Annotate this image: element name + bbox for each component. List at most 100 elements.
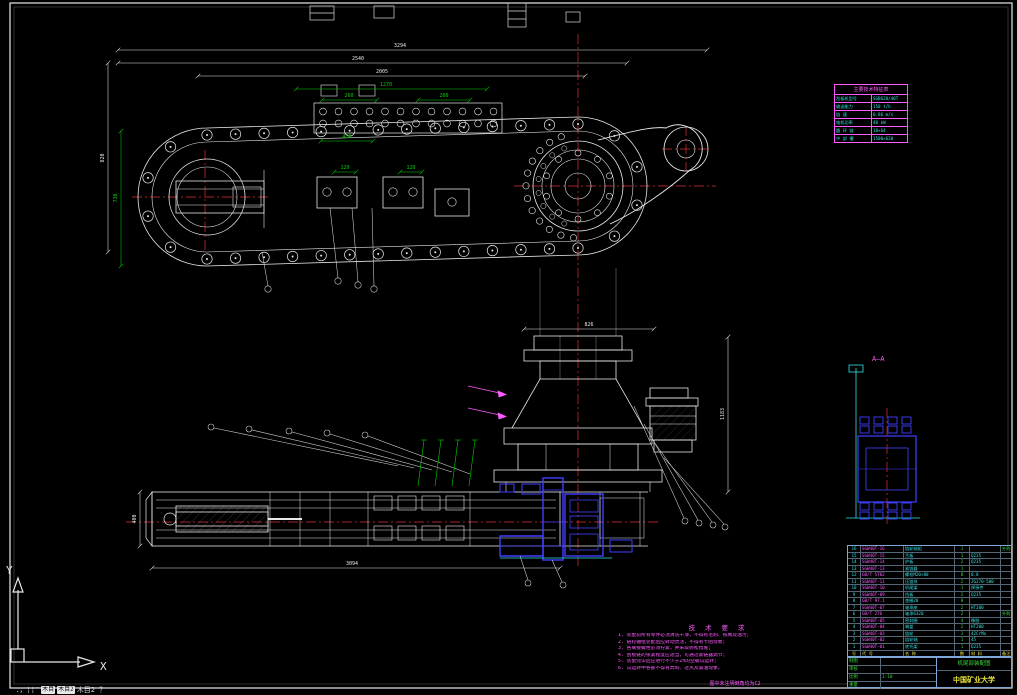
bom-cell: 1 — [955, 546, 970, 552]
bom-cell — [1001, 572, 1011, 578]
section-bolt — [859, 425, 870, 434]
bom-cell: 2 — [955, 578, 970, 585]
ucs-icon: Y X — [6, 564, 107, 673]
bom-header-row: 号代 号名 称数材 料备注 — [848, 650, 1011, 657]
rail-bolt-hole — [381, 107, 389, 116]
dimension-text: 730 — [113, 193, 119, 202]
bom-table: 16 SGW40T-16 链轮轴组 1 外购 15 SGW40T-15 舌板 1 Q235 14 SG… — [847, 545, 1012, 657]
section-bolt — [901, 416, 912, 425]
spec-table-row: 输送能力 150 t/h — [835, 103, 907, 111]
bom-cell — [970, 598, 1001, 604]
section-bolt — [873, 416, 884, 425]
bom-cell: 12 — [848, 572, 861, 578]
chain-roller-pin — [263, 256, 266, 259]
bom-cell: 焊接件 — [970, 585, 1001, 591]
sprocket-bolt-hole — [594, 209, 601, 216]
bom-cell — [1001, 566, 1011, 572]
bom-cell: 压链块 — [904, 578, 955, 585]
chain-link-circle — [540, 203, 547, 209]
bom-cell: 1 — [955, 552, 970, 559]
selected-blue-parts[interactable] — [499, 477, 633, 561]
chain-roller-pin — [206, 134, 208, 136]
dimension-text: 2005 — [376, 69, 388, 75]
bom-cell: 14 — [848, 559, 861, 565]
bom-cell: 名 称 — [904, 650, 955, 657]
sprocket-bolt-hole — [606, 172, 613, 180]
bom-cell: 6 — [848, 611, 861, 617]
status-pre: ．，¦¦′ — [16, 685, 40, 694]
chain-roller-pin — [169, 145, 172, 148]
sprocket-bolt-hole — [606, 192, 613, 200]
chain-roller-pin — [234, 257, 237, 260]
bom-cell: 链轮轴组 — [904, 546, 955, 552]
chain-link-circle — [536, 217, 544, 225]
bom-cell — [970, 611, 1001, 617]
bom-cell: GB/T 276 — [861, 611, 904, 617]
bom-cell: 轴承6320 — [904, 611, 955, 617]
dimension-text: 826 — [584, 322, 593, 328]
rail-bolt-hole — [412, 119, 420, 128]
chain-roller-pin — [169, 246, 172, 249]
dimension-text: 1183 — [720, 408, 726, 420]
rail-bolt-hole — [489, 107, 498, 116]
chain-roller-pin — [462, 250, 465, 253]
title-block-row: 比例 1:10 — [848, 674, 936, 682]
note-line: 1. 装配前所有零件必须清洗干净，不得有毛刺、铁屑及油污； — [618, 633, 752, 638]
rail-bolt-hole — [381, 119, 389, 128]
bom-cell: Q235 — [970, 591, 1001, 598]
technical-notes: 技 术 要 求 1. 装配前所有零件必须清洗干净，不得有毛刺、铁屑及油污； 2. … — [618, 622, 818, 673]
status-chip-2[interactable]: 木目2 — [57, 685, 75, 694]
spec-table-row: 中 部 槽 1500×620 — [836, 135, 894, 142]
bom-cell: 8 — [955, 598, 970, 604]
rail-bolt-hole — [334, 107, 343, 116]
chain-roller-pin — [291, 131, 294, 134]
bom-cell: Q235 — [970, 552, 1001, 559]
bom-cell — [1001, 637, 1011, 643]
bom-cell: SGW40T-13 — [861, 565, 904, 572]
pointer-arrows — [467, 385, 508, 420]
bom-cell: 2 — [955, 611, 970, 617]
dimension-text: 400 — [132, 514, 138, 523]
chain-roller-pin — [613, 235, 616, 238]
section-bolt — [887, 425, 898, 434]
chain-link-circle — [524, 169, 532, 177]
section-bolt — [901, 502, 912, 511]
rail-bolt-hole — [474, 107, 482, 116]
dimension-text: 2540 — [352, 56, 364, 62]
chain-link-circle — [557, 133, 565, 141]
bom-cell: 数 — [955, 650, 970, 657]
cad-canvas[interactable]: A—A 3294 2540 2005 1270 260 260 820 730 … — [0, 0, 1017, 694]
bom-cell: 代 号 — [861, 650, 904, 657]
bom-cell: 45 — [970, 637, 1001, 643]
status-tail: 木目2 ？ — [76, 685, 107, 694]
dimension-text: 260 — [344, 93, 353, 99]
bom-cell: SGW40T-05 — [861, 617, 904, 624]
section-bolt — [873, 502, 884, 511]
chain-link-circle — [549, 213, 556, 220]
ucs-x-label: X — [100, 660, 107, 673]
dimension-text: 3094 — [346, 561, 358, 567]
chain-roller-pin — [405, 128, 408, 131]
chain-link-circle — [545, 225, 553, 233]
status-fragment[interactable]: ．，¦¦′ 木目 木目2 木目2 ？ — [16, 685, 106, 694]
note-line: 6. 试运转中各部不得有异响、过热及漏油现象。 — [618, 665, 723, 671]
spec-table-row: 刮板机型号 SGB620/40T — [835, 95, 907, 103]
bom-cell — [1001, 624, 1011, 630]
plan-view — [137, 84, 709, 336]
note-line: 3. 各联接螺栓必须拧紧，并采取防松措施； — [618, 646, 714, 652]
bom-cell: 2 — [955, 624, 970, 630]
bom-cell: 7 — [848, 604, 861, 611]
bom-cell: Q235 — [970, 643, 1001, 650]
bom-cell: 10 — [848, 585, 861, 591]
bom-cell: 橡胶 — [970, 617, 1001, 624]
bom-cell: SGW40T-10 — [861, 585, 904, 591]
bom-cell: 15 — [848, 552, 861, 559]
section-bolt — [873, 425, 884, 434]
bom-cell: 1 — [955, 637, 970, 643]
bom-cell: 链轮轴 — [904, 637, 955, 643]
bom-cell: 外购 — [1002, 546, 1011, 551]
bom-cell: 链轮 — [904, 630, 955, 637]
status-chip-1[interactable]: 木目 — [41, 685, 56, 694]
bom-cell: SGW40T-09 — [861, 591, 904, 598]
chain-roller-pin — [548, 123, 551, 126]
